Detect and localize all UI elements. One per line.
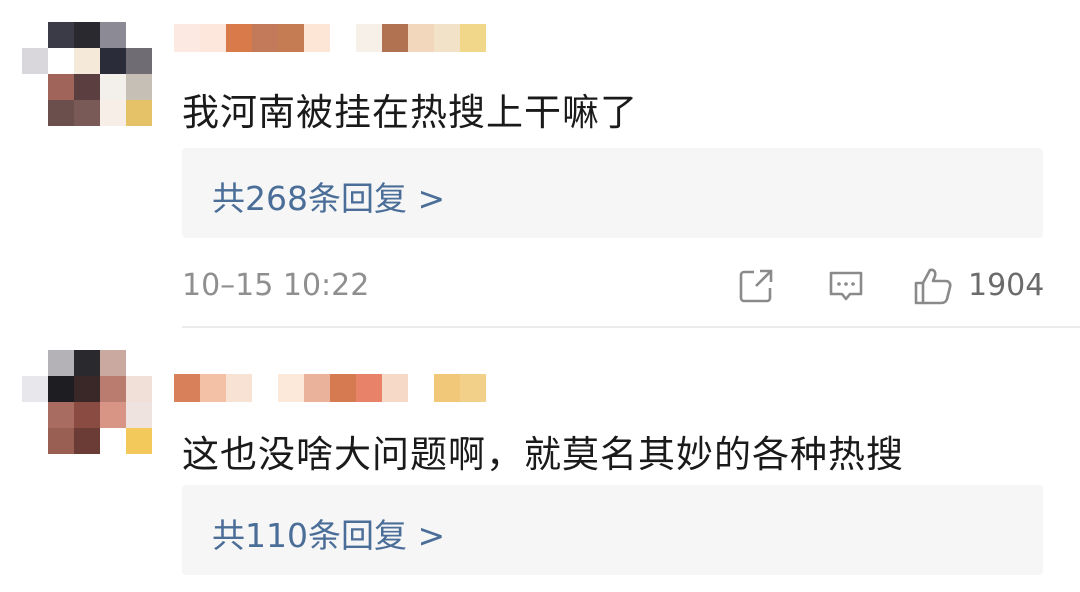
username-pixel bbox=[330, 24, 356, 52]
avatar-pixel bbox=[126, 402, 152, 428]
avatar-pixel bbox=[126, 48, 152, 74]
avatar-pixel bbox=[126, 376, 152, 402]
comment-item: 我河南被挂在热搜上干嘛了 共268条回复 > 10–15 10:22 1904 bbox=[0, 0, 1080, 328]
username-pixel bbox=[278, 374, 304, 402]
view-replies-link[interactable]: 共268条回复 > bbox=[212, 172, 445, 220]
username-pixel bbox=[460, 374, 486, 402]
avatar-pixel bbox=[126, 428, 152, 454]
avatar-pixel bbox=[74, 22, 100, 48]
username-pixel bbox=[408, 24, 434, 52]
username-pixel bbox=[408, 374, 434, 402]
avatar-pixel bbox=[100, 74, 126, 100]
avatar-pixel bbox=[48, 350, 74, 376]
avatar-pixel bbox=[48, 428, 74, 454]
avatar-pixel bbox=[22, 428, 48, 454]
username-pixel bbox=[278, 24, 304, 52]
share-icon[interactable] bbox=[736, 266, 776, 306]
username-pixel bbox=[356, 374, 382, 402]
avatar-pixel bbox=[74, 100, 100, 126]
username-pixel bbox=[252, 24, 278, 52]
comment-icon[interactable] bbox=[826, 266, 866, 306]
avatar-pixel bbox=[22, 74, 48, 100]
username-pixel bbox=[226, 374, 252, 402]
avatar-pixel bbox=[126, 350, 152, 376]
avatar-pixel bbox=[48, 100, 74, 126]
replies-box[interactable]: 共268条回复 > bbox=[182, 148, 1043, 238]
comment-text: 我河南被挂在热搜上干嘛了 bbox=[182, 91, 638, 134]
avatar-pixel bbox=[22, 48, 48, 74]
avatar-pixel bbox=[100, 350, 126, 376]
avatar-pixel bbox=[100, 428, 126, 454]
username-pixel bbox=[356, 24, 382, 52]
replies-box[interactable]: 共110条回复 > bbox=[182, 485, 1043, 575]
like-count: 1904 bbox=[968, 268, 1045, 303]
comment-meta: 10–15 10:22 1904 bbox=[182, 266, 1045, 306]
avatar-pixel bbox=[22, 402, 48, 428]
timestamp: 10–15 10:22 bbox=[182, 268, 370, 303]
avatar-pixel bbox=[48, 402, 74, 428]
avatar-pixel bbox=[22, 100, 48, 126]
avatar-pixel bbox=[74, 402, 100, 428]
avatar-pixel bbox=[126, 100, 152, 126]
avatar-pixel bbox=[74, 48, 100, 74]
avatar-pixel bbox=[22, 22, 48, 48]
avatar-pixel bbox=[100, 402, 126, 428]
avatar-pixel bbox=[74, 74, 100, 100]
avatar-pixel bbox=[74, 350, 100, 376]
username-pixel bbox=[174, 374, 200, 402]
username-pixel bbox=[434, 24, 460, 52]
avatar-pixel bbox=[48, 22, 74, 48]
username-pixel bbox=[460, 24, 486, 52]
avatar-pixel bbox=[100, 22, 126, 48]
username-pixel bbox=[226, 24, 252, 52]
avatar-pixel bbox=[48, 48, 74, 74]
avatar-pixel bbox=[48, 376, 74, 402]
username-pixel bbox=[252, 374, 278, 402]
username-pixel bbox=[382, 24, 408, 52]
avatar[interactable] bbox=[22, 350, 152, 454]
username-pixel bbox=[304, 24, 330, 52]
avatar-pixel bbox=[74, 428, 100, 454]
avatar[interactable] bbox=[22, 22, 152, 126]
view-replies-link[interactable]: 共110条回复 > bbox=[212, 509, 445, 557]
username-pixel bbox=[434, 374, 460, 402]
username-pixel bbox=[330, 374, 356, 402]
avatar-pixel bbox=[74, 376, 100, 402]
username-blurred[interactable] bbox=[174, 24, 504, 52]
comment-text: 这也没啥大问题啊，就莫名其妙的各种热搜 bbox=[182, 433, 904, 476]
avatar-pixel bbox=[100, 100, 126, 126]
username-pixel bbox=[174, 24, 200, 52]
username-pixel bbox=[200, 374, 226, 402]
avatar-pixel bbox=[22, 350, 48, 376]
username-blurred[interactable] bbox=[174, 374, 504, 402]
username-pixel bbox=[200, 24, 226, 52]
comment-item: 这也没啥大问题啊，就莫名其妙的各种热搜 共110条回复 > bbox=[0, 328, 1080, 592]
avatar-pixel bbox=[100, 376, 126, 402]
avatar-pixel bbox=[100, 48, 126, 74]
avatar-pixel bbox=[22, 376, 48, 402]
username-pixel bbox=[304, 374, 330, 402]
avatar-pixel bbox=[126, 74, 152, 100]
thumbs-up-icon[interactable] bbox=[912, 266, 952, 306]
avatar-pixel bbox=[126, 22, 152, 48]
avatar-pixel bbox=[48, 74, 74, 100]
username-pixel bbox=[382, 374, 408, 402]
